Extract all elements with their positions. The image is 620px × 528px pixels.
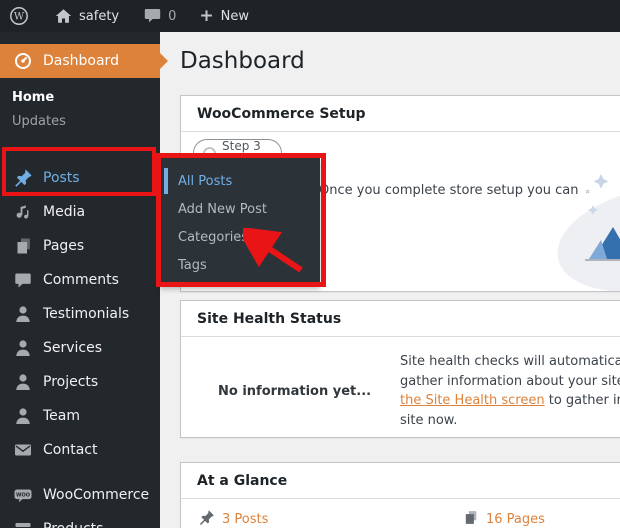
pushpin-icon — [198, 509, 215, 528]
sidebar-item-label: Services — [43, 340, 102, 356]
sidebar-item-label: Products — [43, 521, 103, 528]
glance-posts: 3 Posts — [198, 509, 268, 528]
site-health-description: Site health checks will automatically ru… — [400, 352, 620, 431]
sidebar-item-services[interactable]: Services — [0, 331, 160, 365]
sidebar-item-testimonials[interactable]: Testimonials — [0, 297, 160, 331]
sidebar-subitem-updates[interactable]: Updates — [0, 109, 160, 133]
active-item-bar — [164, 168, 168, 194]
flyout-arrow-icon — [152, 168, 160, 186]
flyout-item-all-posts[interactable]: All Posts — [160, 167, 320, 195]
pages-count-link[interactable]: 16 Pages — [486, 512, 545, 527]
panel-title: WooCommerce Setup — [181, 96, 620, 132]
person-icon — [13, 372, 33, 392]
sidebar-item-posts[interactable]: Posts — [0, 161, 160, 195]
setup-body-text: Once you complete store setup you can — [319, 183, 579, 198]
media-icon — [13, 202, 33, 222]
sidebar-item-label: Comments — [43, 272, 119, 288]
flyout-item-tags[interactable]: Tags — [160, 251, 320, 279]
comment-bubble-icon — [13, 270, 33, 290]
sidebar-item-contact[interactable]: Contact — [0, 433, 160, 467]
at-a-glance-panel: At a Glance 3 Posts 16 Pages — [180, 462, 620, 528]
page-title: Dashboard — [180, 48, 305, 74]
menu-separator — [0, 467, 160, 478]
sidebar-item-label: Pages — [43, 238, 84, 254]
site-health-text-line: Site health checks will automatically ru… — [400, 352, 620, 372]
envelope-icon — [13, 440, 33, 460]
sidebar-item-label: WooCommerce — [43, 487, 149, 503]
wordpress-logo-icon: W — [9, 6, 29, 26]
sidebar-item-projects[interactable]: Projects — [0, 365, 160, 399]
new-label: New — [221, 9, 249, 24]
new-content-menu[interactable]: + New — [190, 0, 258, 32]
sidebar-item-label: Dashboard — [43, 53, 119, 69]
pages-icon — [13, 236, 33, 256]
site-health-screen-link[interactable]: the Site Health screen — [400, 393, 545, 408]
site-name: safety — [79, 9, 119, 24]
flyout-item-add-new-post[interactable]: Add New Post — [160, 195, 320, 223]
admin-bar: W safety 0 + New — [0, 0, 620, 32]
flyout-item-label: Tags — [178, 258, 207, 273]
pushpin-icon — [13, 168, 33, 188]
sidebar-item-label: Media — [43, 204, 85, 220]
site-health-text-line: the Site Health screen to gather informa… — [400, 391, 620, 411]
plus-icon: + — [199, 8, 213, 25]
woocommerce-icon: WOO — [13, 485, 33, 505]
comments-bubble-icon — [144, 8, 161, 24]
site-health-text-after-link: to gather information about your — [545, 393, 620, 408]
sidebar-item-media[interactable]: Media — [0, 195, 160, 229]
wordpress-admin-screen: W safety 0 + New Dashboard — [0, 0, 620, 528]
sidebar-item-label: Posts — [43, 170, 80, 186]
sidebar-item-pages[interactable]: Pages — [0, 229, 160, 263]
flyout-item-categories[interactable]: Categories — [160, 223, 320, 251]
sidebar-item-dashboard[interactable]: Dashboard — [0, 44, 160, 78]
site-health-status-label: No information yet... — [218, 384, 371, 399]
site-health-text-line: gather information about your site. You … — [400, 372, 620, 392]
site-health-panel: Site Health Status No information yet...… — [180, 300, 620, 438]
home-icon — [55, 8, 72, 24]
pages-icon — [462, 509, 479, 528]
svg-text:W: W — [14, 12, 25, 23]
at-a-glance-row: 3 Posts 16 Pages — [181, 509, 620, 528]
flyout-item-label: Categories — [178, 230, 248, 245]
sidebar-item-label: Testimonials — [43, 306, 129, 322]
panel-title: At a Glance — [181, 463, 620, 499]
wp-logo-menu[interactable]: W — [0, 0, 38, 32]
dashboard-gauge-icon — [13, 51, 33, 71]
flyout-item-label: All Posts — [178, 174, 232, 189]
sidebar-item-team[interactable]: Team — [0, 399, 160, 433]
person-icon — [13, 338, 33, 358]
sidebar-subitem-home[interactable]: Home — [0, 85, 160, 109]
posts-flyout-menu: All Posts Add New Post Categories Tags — [160, 158, 320, 286]
site-health-text-line: site now. — [400, 411, 620, 431]
svg-text:WOO: WOO — [16, 493, 30, 499]
sidebar-item-label: Team — [43, 408, 80, 424]
sidebar-item-label: Projects — [43, 374, 98, 390]
posts-count-link[interactable]: 3 Posts — [222, 512, 268, 527]
comments-count: 0 — [168, 9, 176, 24]
product-box-icon — [13, 519, 33, 528]
sidebar-item-products[interactable]: Products — [0, 512, 160, 528]
sidebar-item-woocommerce[interactable]: WOO WooCommerce — [0, 478, 160, 512]
store-setup-illustration — [549, 161, 620, 295]
dashboard-submenu: Home Updates — [0, 78, 160, 133]
sidebar-item-comments[interactable]: Comments — [0, 263, 160, 297]
admin-sidebar: Dashboard Home Updates Posts Media Pages — [0, 32, 160, 528]
person-icon — [13, 406, 33, 426]
flyout-item-label: Add New Post — [178, 202, 267, 217]
person-icon — [13, 304, 33, 324]
panel-title: Site Health Status — [181, 301, 620, 337]
current-item-arrow — [160, 53, 168, 69]
glance-pages: 16 Pages — [462, 509, 545, 528]
sidebar-item-label: Contact — [43, 442, 97, 458]
site-name-menu[interactable]: safety — [46, 0, 128, 32]
comments-menu[interactable]: 0 — [135, 0, 185, 32]
